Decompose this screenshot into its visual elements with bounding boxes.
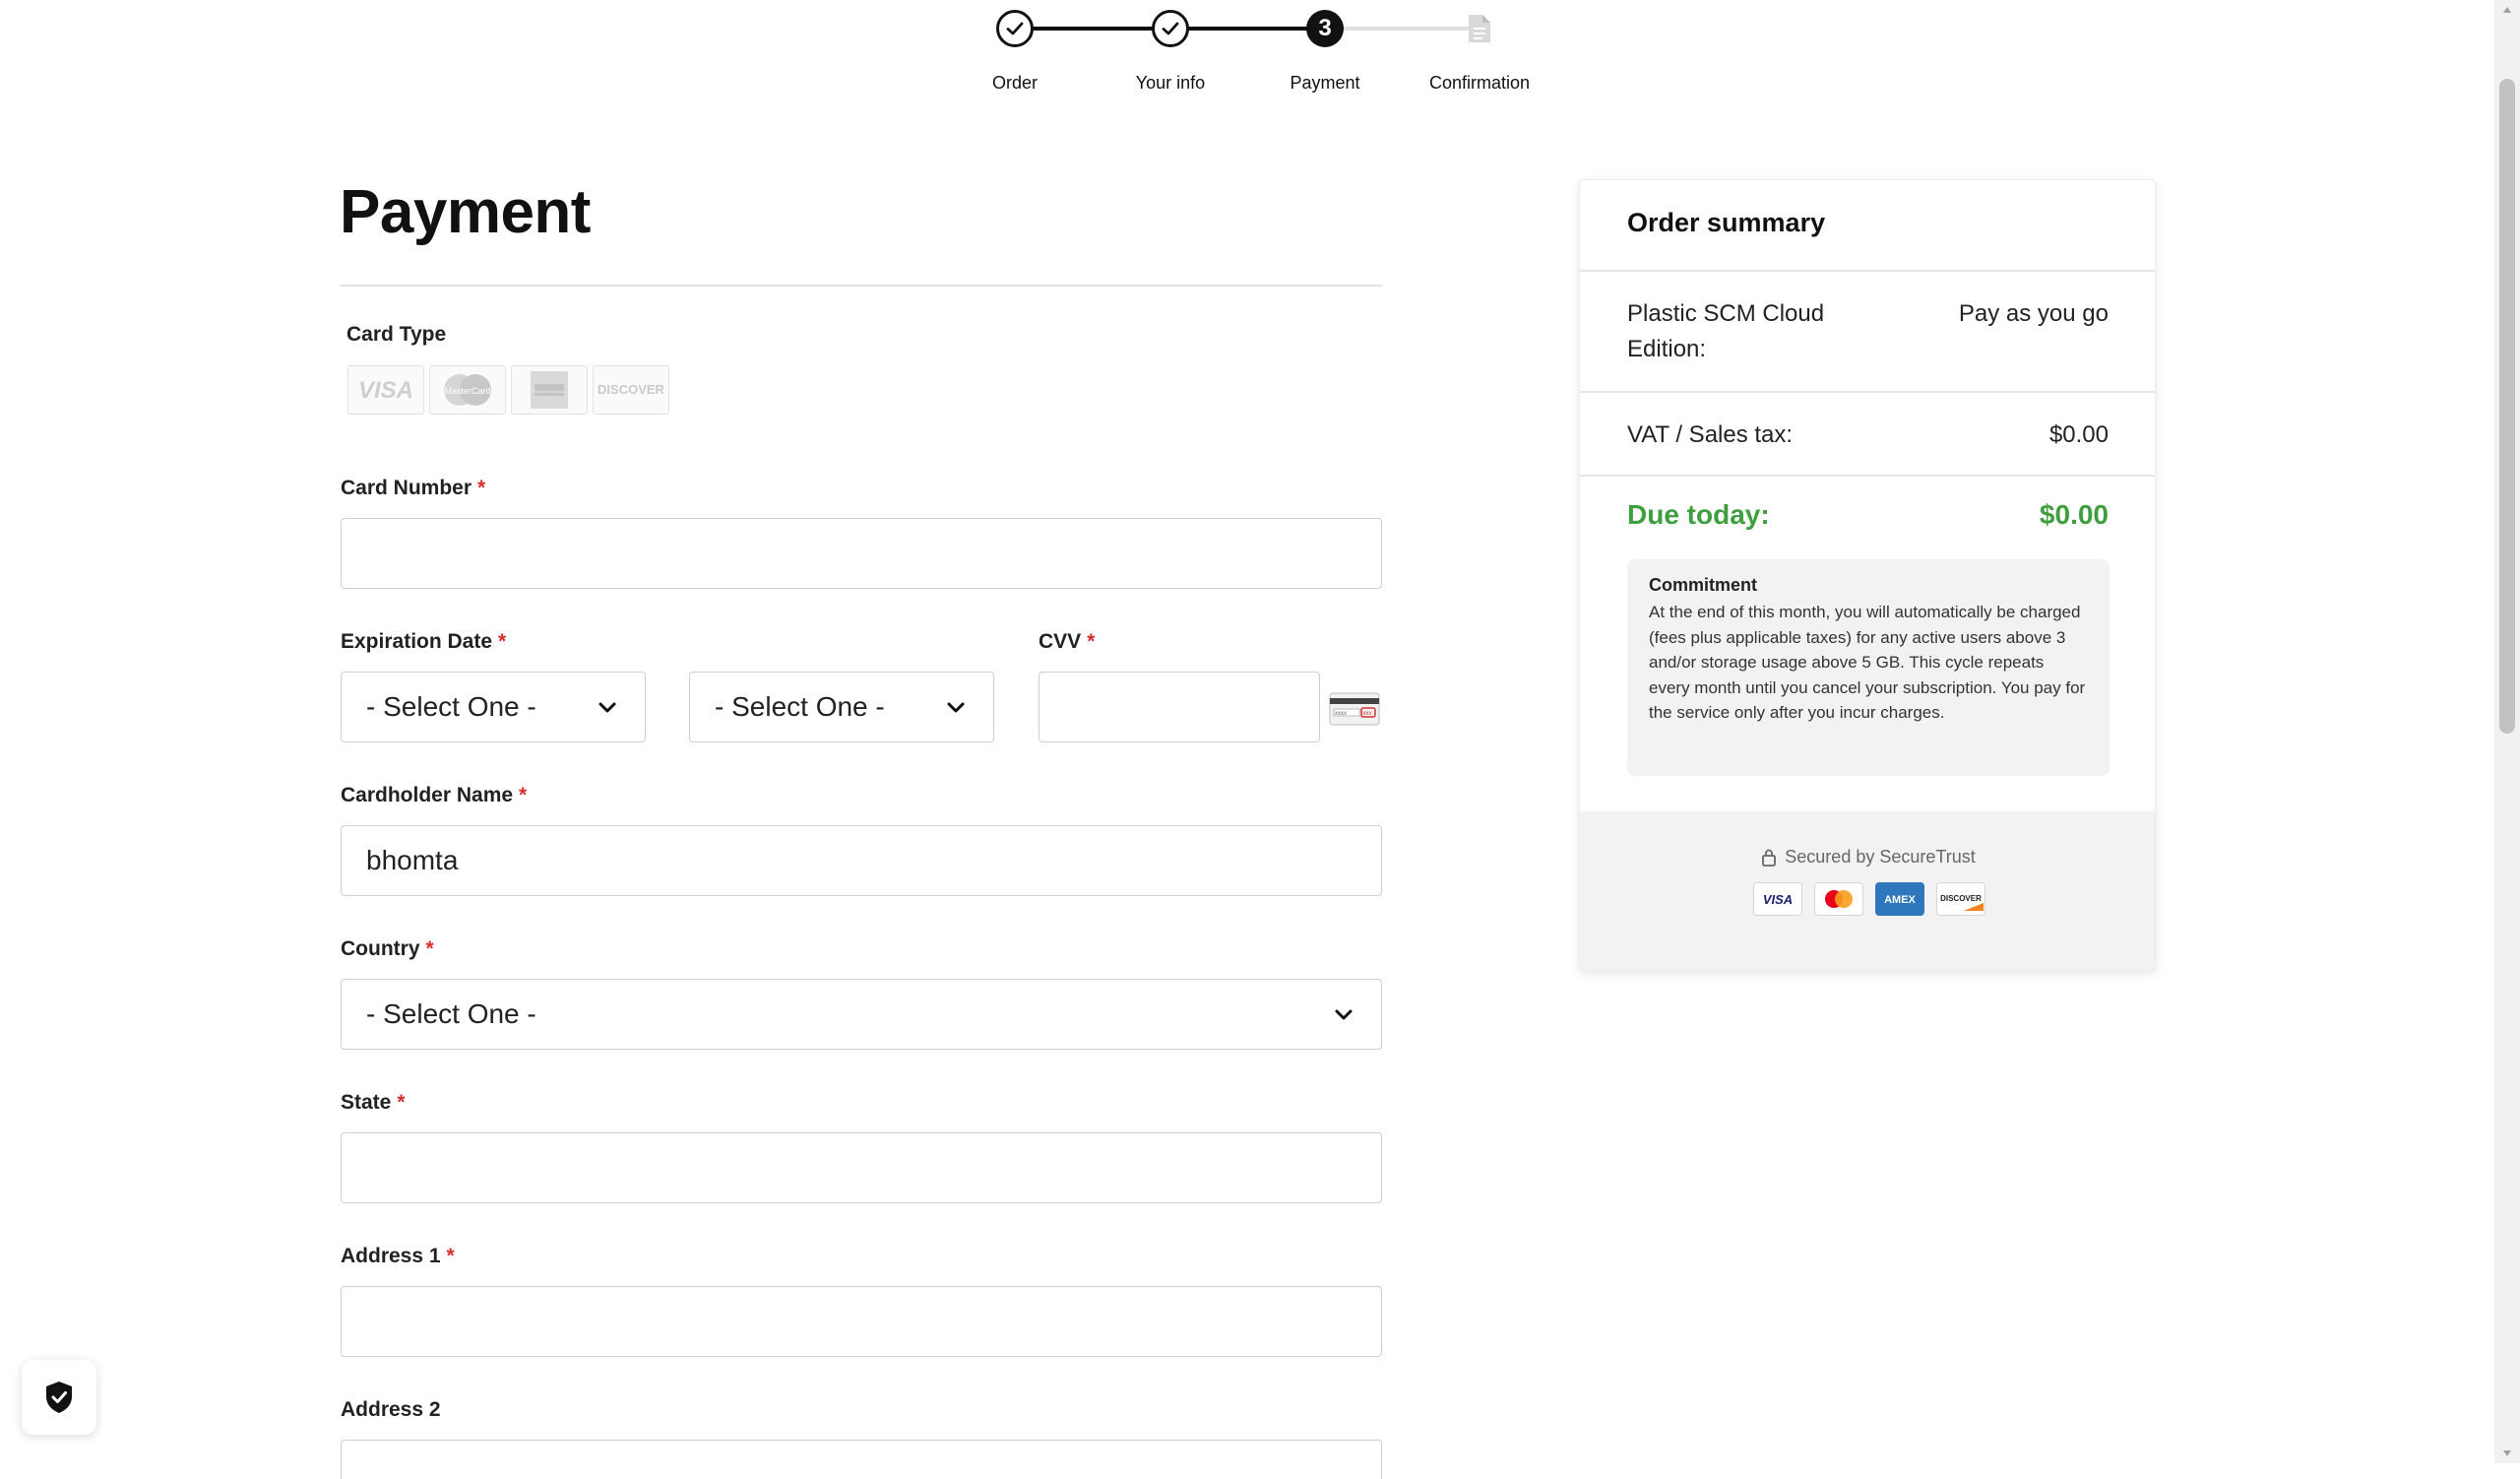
product-name: Plastic SCM Cloud Edition: bbox=[1627, 300, 1825, 362]
visa-logo: VISA bbox=[1753, 882, 1802, 916]
expiration-month-value: - Select One - bbox=[366, 691, 536, 722]
address2-input[interactable] bbox=[341, 1440, 1382, 1479]
commitment-title: Commitment bbox=[1649, 575, 1758, 595]
due-today-value: $0.00 bbox=[2039, 499, 2109, 530]
chevron-down-icon bbox=[598, 702, 616, 713]
address1-label: Address 1 * bbox=[341, 1245, 455, 1267]
mastercard-logo bbox=[1814, 882, 1863, 916]
tax-value: $0.00 bbox=[2048, 421, 2109, 448]
card-number-input[interactable] bbox=[341, 518, 1382, 589]
step-order-check-icon bbox=[996, 10, 1034, 47]
svg-text:xxx: xxx bbox=[1363, 711, 1372, 717]
summary-divider bbox=[1580, 391, 2155, 393]
checkout-stepper: Order Your info 3 Payment Confirmation bbox=[0, 0, 2520, 108]
address1-input[interactable] bbox=[341, 1286, 1382, 1357]
discover-logo-text: DISCOVER bbox=[598, 382, 665, 397]
summary-divider bbox=[1580, 270, 2155, 272]
cvv-input[interactable] bbox=[1039, 672, 1320, 742]
order-summary-title: Order summary bbox=[1627, 208, 1826, 237]
product-plan: Pay as you go bbox=[1958, 300, 2109, 327]
summary-divider bbox=[1580, 475, 2155, 477]
tax-label: VAT / Sales tax: bbox=[1627, 421, 1794, 448]
card-back-icon: xxxx xxx bbox=[1329, 692, 1380, 731]
card-type-label: Card Type bbox=[346, 323, 447, 346]
security-footer: Secured by SecureTrust VISA AMEX DISCOVE… bbox=[1580, 811, 2155, 971]
commitment-text: At the end of this month, you will autom… bbox=[1649, 603, 2086, 722]
mastercard-logo-text: MasterCard bbox=[444, 386, 490, 396]
address2-label: Address 2 bbox=[341, 1398, 441, 1421]
cardholder-name-label: Cardholder Name * bbox=[341, 784, 528, 806]
scroll-up-arrow-icon[interactable] bbox=[2494, 0, 2520, 20]
step-payment-number: 3 bbox=[1306, 10, 1344, 47]
country-value: - Select One - bbox=[366, 998, 536, 1029]
mastercard-card-option[interactable]: MasterCard bbox=[429, 365, 506, 415]
scrollbar-thumb[interactable] bbox=[2499, 79, 2515, 734]
scroll-down-arrow-icon[interactable] bbox=[2494, 1444, 2520, 1463]
accepted-cards: VISA AMEX DISCOVER bbox=[1753, 882, 1985, 916]
commitment-box: Commitment At the end of this month, you… bbox=[1627, 559, 2110, 776]
step-confirmation-label: Confirmation bbox=[1428, 73, 1531, 93]
cvv-label: CVV * bbox=[1039, 630, 1096, 653]
svg-text:xxxx: xxxx bbox=[1335, 711, 1347, 717]
due-today-label: Due today: bbox=[1627, 499, 1770, 530]
expiration-date-label: Expiration Date * bbox=[341, 630, 507, 653]
order-summary-card: Order summary Plastic SCM Cloud Edition:… bbox=[1579, 179, 2156, 972]
visa-card-option[interactable]: VISA bbox=[347, 365, 424, 415]
discover-pay-logo-text: DISCOVER bbox=[1940, 894, 1982, 903]
page-title: Payment bbox=[340, 178, 591, 246]
cardholder-name-input[interactable]: bhomta bbox=[341, 825, 1382, 896]
secured-by-text: Secured by SecureTrust bbox=[1785, 847, 1976, 867]
amex-card-option[interactable]: American Express bbox=[511, 365, 588, 415]
secured-by: Secured by SecureTrust bbox=[1580, 847, 2155, 868]
expiration-month-select[interactable]: - Select One - bbox=[341, 672, 646, 742]
document-icon bbox=[1461, 10, 1498, 47]
chevron-down-icon bbox=[947, 702, 965, 713]
security-badge-button[interactable] bbox=[22, 1360, 96, 1435]
vertical-scrollbar[interactable] bbox=[2494, 0, 2520, 1463]
step-confirmation: Confirmation bbox=[1371, 10, 1588, 94]
visa-pay-logo-text: VISA bbox=[1763, 892, 1793, 907]
country-select[interactable]: - Select One - bbox=[341, 979, 1382, 1050]
discover-card-option[interactable]: DISCOVER bbox=[593, 365, 669, 415]
discover-logo: DISCOVER bbox=[1936, 882, 1985, 916]
expiration-year-value: - Select One - bbox=[715, 691, 885, 722]
lock-icon bbox=[1762, 849, 1777, 867]
state-input[interactable] bbox=[341, 1132, 1382, 1203]
visa-logo-text: VISA bbox=[358, 377, 413, 404]
shield-check-icon bbox=[46, 1382, 72, 1413]
step-your-info-check-icon bbox=[1152, 10, 1189, 47]
amex-logo-text: American Express bbox=[534, 389, 565, 394]
chevron-down-icon bbox=[1335, 1009, 1353, 1020]
amex-pay-logo-text: AMEX bbox=[1884, 894, 1916, 906]
card-number-label: Card Number * bbox=[341, 477, 486, 499]
expiration-year-select[interactable]: - Select One - bbox=[689, 672, 994, 742]
country-label: Country * bbox=[341, 937, 434, 960]
title-divider bbox=[341, 285, 1382, 287]
card-type-options: VISA MasterCard American Express DISCOVE… bbox=[347, 365, 669, 415]
state-label: State * bbox=[341, 1091, 406, 1114]
amex-logo: AMEX bbox=[1875, 882, 1924, 916]
